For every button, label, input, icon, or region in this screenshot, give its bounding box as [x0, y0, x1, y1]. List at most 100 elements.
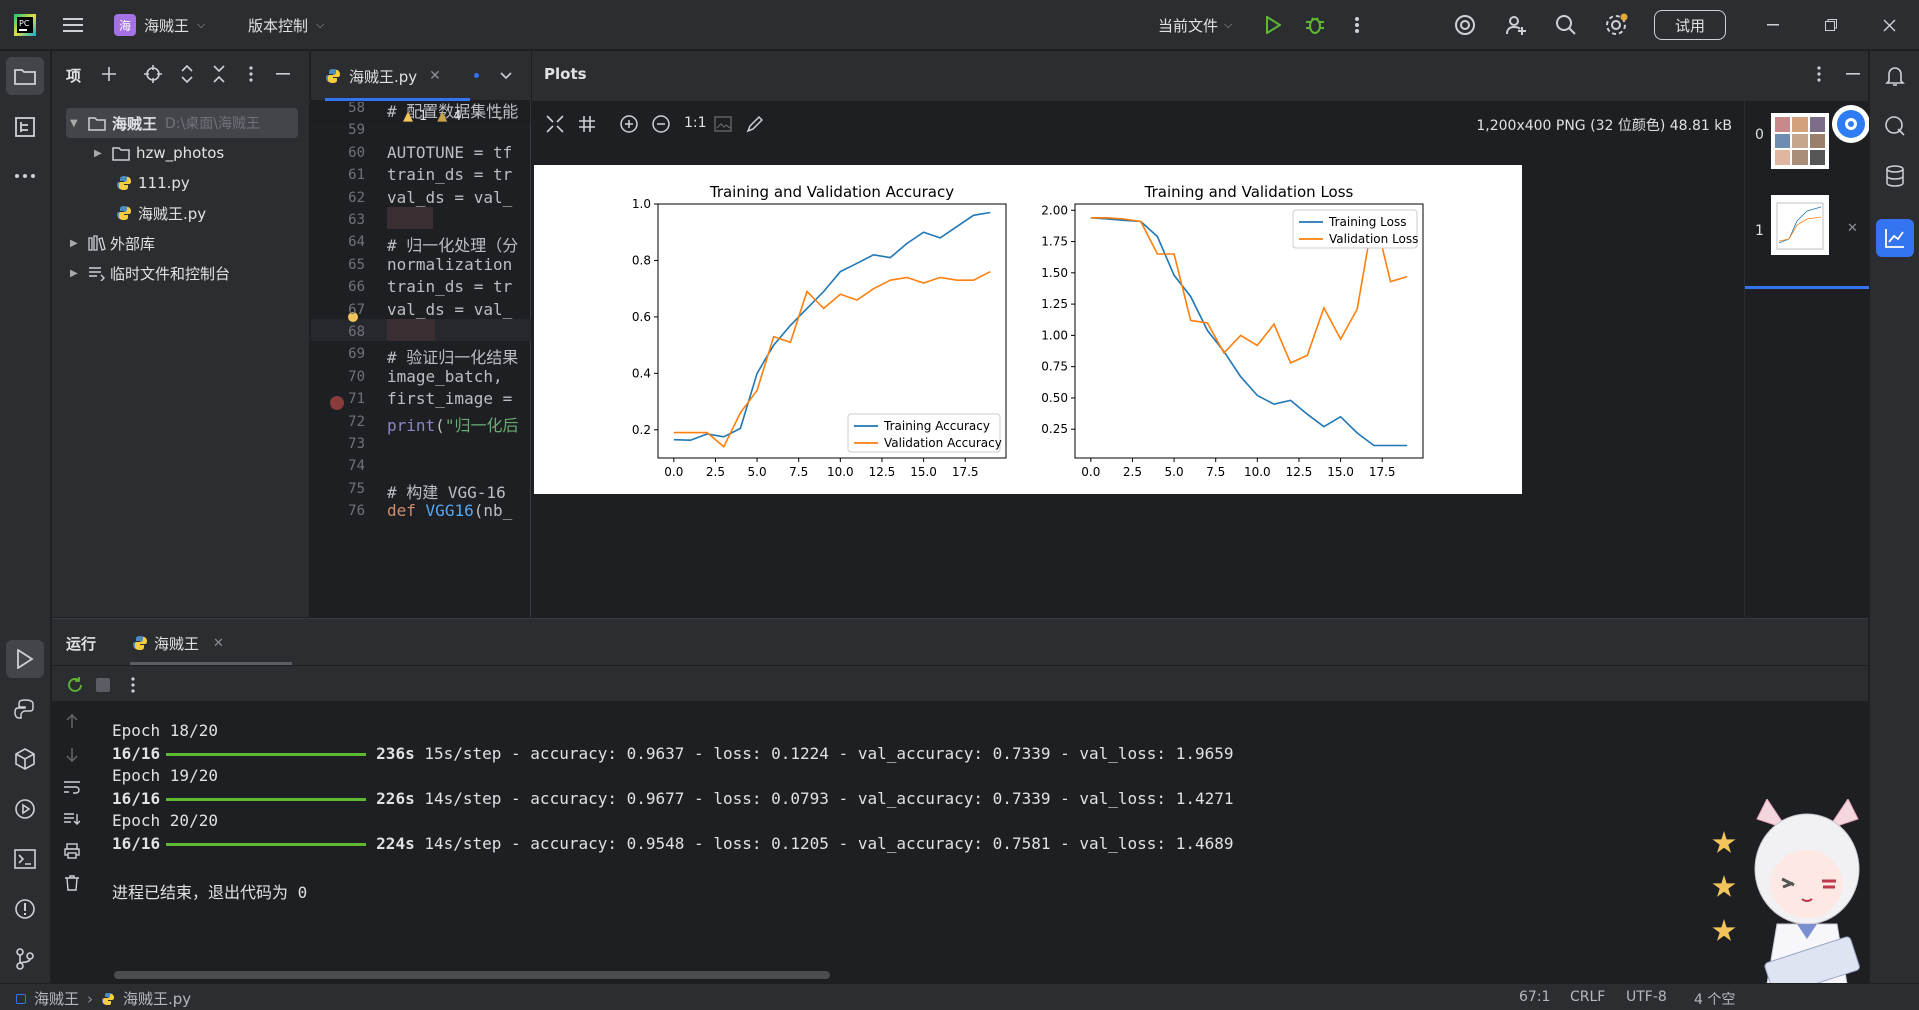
chart-thumbnail	[1771, 195, 1829, 255]
right-tool-strip	[1869, 51, 1919, 983]
soft-wrap-icon[interactable]	[62, 777, 82, 797]
breadcrumb-project[interactable]: 海贼王	[34, 988, 79, 1009]
python-packages-icon[interactable]	[6, 740, 44, 778]
plot-thumbnail-selected[interactable]: 1 ✕	[1745, 179, 1869, 289]
plot-toolbar: 1:1 1,200x400 PNG (32 位颜色) 48.81 kB	[532, 101, 1744, 148]
line-number: 68	[348, 324, 365, 340]
tree-item-label: hzw_photos	[136, 144, 225, 162]
run-tool-icon[interactable]	[6, 640, 44, 678]
console-progress-line: 16/16 226s 14s/step - accuracy: 0.9677 - …	[112, 789, 1512, 812]
trial-button[interactable]: 试用	[1654, 10, 1726, 40]
minimize-window-icon[interactable]	[1760, 12, 1786, 38]
color-picker-icon[interactable]	[744, 113, 766, 135]
pycharm-logo-icon[interactable]: PC	[12, 12, 38, 38]
print-icon[interactable]	[62, 841, 82, 861]
hide-panel-icon[interactable]	[272, 63, 294, 85]
hide-panel-icon[interactable]	[1842, 63, 1864, 85]
fit-icon[interactable]	[544, 113, 566, 135]
trash-icon[interactable]	[62, 873, 82, 893]
stop-icon[interactable]	[92, 674, 114, 696]
tree-item-folder[interactable]: ▶ hzw_photos	[94, 138, 224, 168]
tree-item-root[interactable]: ▼ 海贼王 D:\桌面\海贼王	[66, 108, 298, 138]
y-tick-label: 1.75	[1041, 235, 1068, 249]
tree-item-library[interactable]: ▶ 外部库	[70, 228, 155, 258]
locate-icon[interactable]	[142, 63, 164, 85]
database-icon[interactable]	[1876, 157, 1914, 195]
more-tools-icon[interactable]	[6, 157, 44, 195]
image-icon[interactable]	[712, 113, 734, 135]
run-tab[interactable]: 海贼王 ✕	[132, 631, 224, 655]
debug-icon[interactable]	[1302, 12, 1328, 38]
git-icon[interactable]	[6, 940, 44, 978]
editor-tab[interactable]: 海贼王.py ✕	[325, 63, 441, 89]
settings-icon[interactable]	[1603, 12, 1629, 38]
chevron-down-icon[interactable]: ⌄	[494, 109, 505, 124]
console-output[interactable]: Epoch 18/20 16/16 236s 15s/step - accuracy…	[112, 721, 1512, 902]
python-console-icon[interactable]	[6, 690, 44, 728]
plot-viewport[interactable]: Training and Validation Accuracy 0.0 2.5 5.…	[532, 148, 1744, 617]
zoom-in-icon[interactable]	[618, 113, 640, 135]
project-panel-title: 项	[66, 67, 82, 85]
add-icon[interactable]	[98, 63, 120, 85]
python-file-icon	[133, 636, 147, 650]
close-icon[interactable]: ✕	[429, 68, 441, 84]
bell-icon[interactable]	[1876, 57, 1914, 95]
console-gutter	[52, 701, 92, 984]
caret-position[interactable]: 67:1	[1519, 989, 1550, 1005]
close-icon[interactable]: ✕	[213, 636, 224, 651]
chevron-down-icon: ⌵	[316, 18, 325, 31]
collapse-all-icon[interactable]	[208, 63, 230, 85]
close-icon[interactable]: ✕	[1847, 221, 1858, 236]
inspection-widget[interactable]: ▲ 1 ▲ 4 ⌃ ⌄	[403, 109, 505, 124]
progress-bar	[166, 842, 367, 846]
code-area[interactable]: 58 # 配置数据集性能 59 60 AUTOTUNE = tf 61 train_ds =…	[311, 102, 531, 617]
run-config-selector[interactable]: 当前文件 ⌵	[1158, 11, 1232, 39]
more-icon[interactable]	[1344, 12, 1370, 38]
plots-icon[interactable]	[1876, 219, 1914, 257]
ai-chat-icon[interactable]	[1876, 107, 1914, 145]
services-icon[interactable]	[6, 790, 44, 828]
progress-bar	[166, 752, 367, 756]
breadcrumb-file[interactable]: 海贼王.py	[123, 988, 191, 1009]
project-switcher[interactable]: 海 海贼王 ⌵	[114, 11, 205, 39]
console-exit-line: 进程已结束，退出代码为 0	[112, 882, 308, 902]
tree-item-file[interactable]: 海贼王.py	[116, 198, 206, 228]
line-number: 58	[348, 102, 365, 116]
grid-icon[interactable]	[576, 113, 598, 135]
folder-icon[interactable]	[6, 57, 44, 95]
vcs-menu[interactable]: 版本控制 ⌵	[248, 11, 324, 39]
chart-title: Training and Validation Loss	[1144, 183, 1354, 201]
horizontal-scrollbar[interactable]	[114, 971, 830, 979]
zoom-out-icon[interactable]	[650, 113, 672, 135]
structure-icon[interactable]	[6, 108, 44, 146]
actual-size-button[interactable]: 1:1	[684, 115, 707, 131]
more-icon[interactable]	[122, 674, 144, 696]
title-bar: PC 海 海贼王 ⌵ 版本控制 ⌵ 当前文件 ⌵ 试用	[0, 0, 1919, 50]
close-window-icon[interactable]	[1876, 12, 1902, 38]
terminal-icon[interactable]	[6, 840, 44, 878]
chevron-up-icon[interactable]: ⌃	[474, 109, 485, 124]
chevron-down-icon[interactable]	[495, 65, 517, 87]
tree-item-scratch[interactable]: ▶ 临时文件和控制台	[70, 258, 230, 288]
y-tick-label: 1.0	[632, 197, 651, 211]
scroll-down-icon[interactable]	[62, 745, 82, 765]
file-encoding[interactable]: UTF-8	[1626, 989, 1667, 1005]
line-separator[interactable]: CRLF	[1570, 989, 1605, 1005]
add-user-icon[interactable]	[1503, 12, 1529, 38]
scroll-to-end-icon[interactable]	[62, 809, 82, 829]
run-icon[interactable]	[1260, 12, 1286, 38]
options-icon[interactable]	[240, 63, 262, 85]
rerun-icon[interactable]	[64, 674, 86, 696]
indent-setting[interactable]: 4 个空	[1694, 989, 1735, 1009]
ai-assistant-icon[interactable]	[1452, 12, 1478, 38]
tree-item-file[interactable]: 111.py	[116, 168, 190, 198]
translate-assistant-icon[interactable]	[1832, 105, 1870, 143]
problems-icon[interactable]	[6, 890, 44, 928]
restore-window-icon[interactable]	[1818, 12, 1844, 38]
expand-all-icon[interactable]	[176, 63, 198, 85]
search-icon[interactable]	[1553, 12, 1579, 38]
scroll-up-icon[interactable]	[62, 711, 82, 731]
options-icon[interactable]	[1808, 63, 1830, 85]
hamburger-menu-icon[interactable]	[60, 12, 86, 38]
progress-steps: 16/16	[112, 743, 161, 763]
